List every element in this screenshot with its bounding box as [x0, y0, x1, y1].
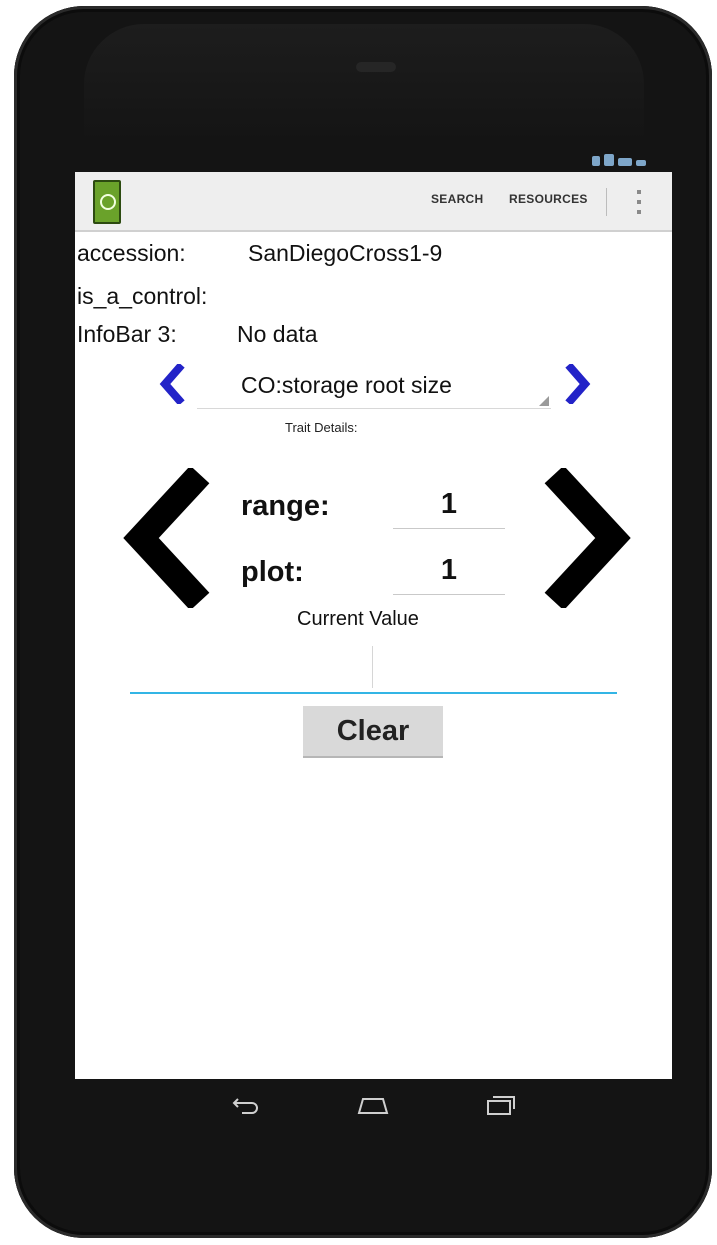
trait-spinner[interactable]: CO:storage root size [197, 362, 551, 409]
overflow-menu-icon[interactable] [632, 190, 646, 214]
nav-recents-button[interactable] [481, 1087, 521, 1123]
device-bezel [84, 24, 644, 144]
chevron-right-icon [565, 362, 591, 406]
back-icon [232, 1098, 258, 1114]
current-value-label: Current Value [297, 608, 419, 630]
plot-prev-button[interactable] [119, 465, 239, 611]
large-chevron-left-icon [123, 465, 210, 611]
system-nav-bar [75, 1079, 672, 1137]
text-cursor [372, 646, 373, 688]
info-bar-value: SanDiegoCross1-9 [248, 240, 443, 266]
current-value-input[interactable] [130, 642, 617, 694]
trait-prev-button[interactable] [157, 362, 187, 412]
large-chevron-right-icon [544, 465, 631, 611]
trait-next-button[interactable] [563, 362, 593, 412]
info-bar-label: is_a_control: [77, 283, 208, 309]
app-screen: SEARCH RESOURCES accession: SanDiegoCros… [75, 172, 672, 1079]
action-bar: SEARCH RESOURCES [75, 172, 672, 232]
range-field[interactable]: 1 [393, 488, 505, 529]
app-logo-icon[interactable] [93, 180, 121, 224]
trait-details-label[interactable]: Trait Details: [285, 420, 357, 435]
range-label: range: [241, 490, 330, 522]
action-divider [606, 188, 607, 216]
recents-icon [487, 1096, 515, 1115]
info-bar-value: No data [237, 321, 318, 347]
trait-name: CO:storage root size [241, 372, 452, 398]
plot-label: plot: [241, 556, 304, 588]
search-action[interactable]: SEARCH [431, 192, 483, 206]
nav-home-button[interactable] [353, 1087, 393, 1123]
device-speaker [356, 62, 396, 72]
clear-button[interactable]: Clear [303, 706, 443, 758]
status-bar-icons [592, 152, 662, 166]
plot-field[interactable]: 1 [393, 554, 505, 595]
info-bar-label: InfoBar 3: [77, 321, 177, 347]
plot-next-button[interactable] [515, 465, 635, 611]
nav-back-button[interactable] [225, 1087, 265, 1123]
home-icon [357, 1098, 389, 1114]
spinner-dropdown-icon [539, 396, 549, 406]
resources-action[interactable]: RESOURCES [509, 192, 588, 206]
info-bar-label: accession: [77, 240, 186, 266]
chevron-left-icon [159, 362, 185, 406]
